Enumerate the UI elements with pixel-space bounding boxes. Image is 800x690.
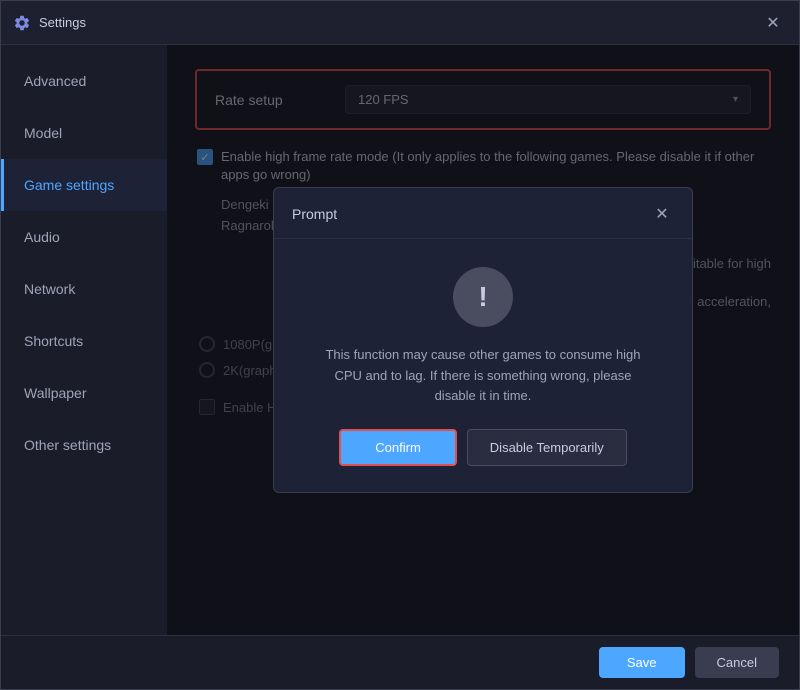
modal-overlay: Prompt ✕ ! This function may cause other… bbox=[167, 45, 799, 635]
modal-title: Prompt bbox=[292, 206, 650, 222]
footer: Save Cancel bbox=[1, 635, 799, 689]
modal-header: Prompt ✕ bbox=[274, 188, 692, 239]
settings-icon bbox=[13, 14, 31, 32]
modal-actions: Confirm Disable Temporarily bbox=[298, 429, 668, 472]
sidebar-item-wallpaper[interactable]: Wallpaper bbox=[1, 367, 167, 419]
sidebar-item-game-settings[interactable]: Game settings bbox=[1, 159, 167, 211]
save-button[interactable]: Save bbox=[599, 647, 685, 678]
warning-icon: ! bbox=[478, 283, 487, 311]
modal-message: This function may cause other games to c… bbox=[323, 345, 643, 407]
title-bar: Settings ✕ bbox=[1, 1, 799, 45]
warning-icon-circle: ! bbox=[453, 267, 513, 327]
content-area: Advanced Model Game settings Audio Netwo… bbox=[1, 45, 799, 635]
sidebar-item-advanced[interactable]: Advanced bbox=[1, 55, 167, 107]
disable-temporarily-button[interactable]: Disable Temporarily bbox=[467, 429, 627, 466]
sidebar-item-network[interactable]: Network bbox=[1, 263, 167, 315]
sidebar: Advanced Model Game settings Audio Netwo… bbox=[1, 45, 167, 635]
modal-close-button[interactable]: ✕ bbox=[650, 202, 674, 226]
sidebar-item-other-settings[interactable]: Other settings bbox=[1, 419, 167, 471]
sidebar-item-shortcuts[interactable]: Shortcuts bbox=[1, 315, 167, 367]
settings-window: Settings ✕ Advanced Model Game settings … bbox=[0, 0, 800, 690]
sidebar-item-audio[interactable]: Audio bbox=[1, 211, 167, 263]
main-panel: Rate setup 120 FPS ▾ ✓ Enable high frame… bbox=[167, 45, 799, 635]
modal-body: ! This function may cause other games to… bbox=[274, 239, 692, 492]
window-close-button[interactable]: ✕ bbox=[759, 9, 787, 37]
confirm-button[interactable]: Confirm bbox=[339, 429, 457, 466]
prompt-modal: Prompt ✕ ! This function may cause other… bbox=[273, 187, 693, 493]
sidebar-item-model[interactable]: Model bbox=[1, 107, 167, 159]
window-title: Settings bbox=[39, 15, 759, 30]
cancel-button[interactable]: Cancel bbox=[695, 647, 779, 678]
